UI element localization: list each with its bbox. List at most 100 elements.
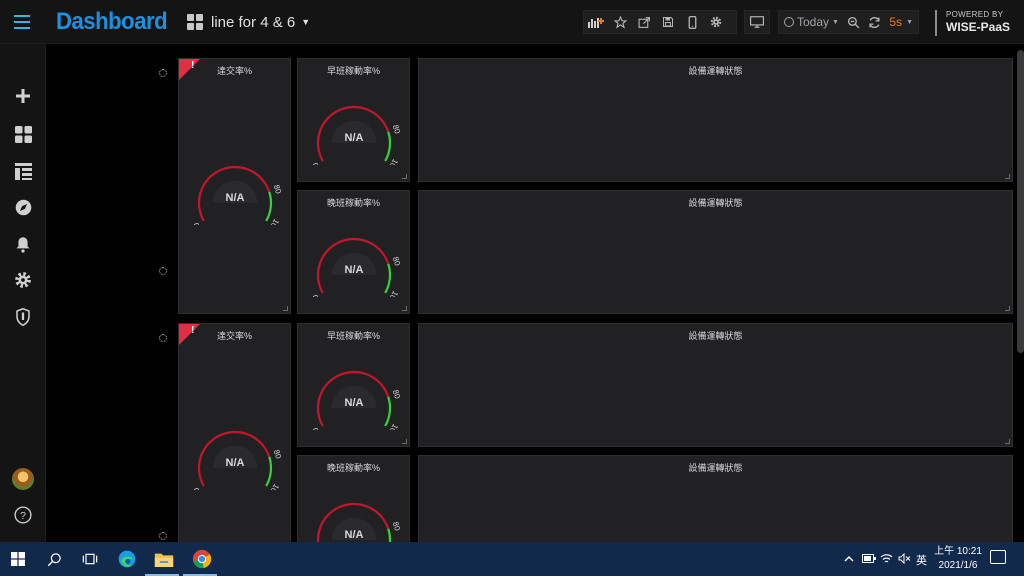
star-icon[interactable] [608,11,632,33]
gear-icon[interactable] [12,269,34,291]
help-icon[interactable]: ? [12,504,34,526]
gauge-threshold-green-arc [384,396,392,427]
shield-icon[interactable] [12,306,34,328]
playlist-icon[interactable] [12,160,34,182]
mobile-icon[interactable] [680,11,704,33]
panel-equipment-status[interactable]: 設備運轉狀態 [418,58,1013,182]
brand-title[interactable]: Dashboard [56,8,168,36]
save-icon[interactable] [656,11,680,33]
chevron-down-icon: ▼ [301,17,311,27]
panel-resize-handle[interactable] [1005,306,1010,311]
clock-icon [784,17,794,27]
tv-icon[interactable] [745,11,769,33]
clock-date: 2021/1/6 [938,560,978,571]
taskbar-clock[interactable]: 上午 10:21 2021/1/6 [930,545,986,573]
share-icon[interactable] [632,11,656,33]
app-window: Dashboard line for 4 & 6 ▼ Today ▼ 5s ▼ … [0,0,1024,576]
svg-text:?: ? [20,510,26,522]
panel-title[interactable]: 早班稼動率% [298,329,409,342]
gauge-tick-label: 80 [391,521,402,533]
bell-icon[interactable] [12,233,34,255]
panel-delivery-rate[interactable]: 達交率%!080100N/A [178,58,291,314]
dashboard-name: line for 4 & 6 [211,13,296,31]
wifi-icon[interactable] [880,553,893,567]
scrollbar[interactable] [1017,50,1024,353]
dashboard-grid-icon [187,14,203,30]
panel-title[interactable]: 晚班稼動率% [298,461,409,474]
gauge-tick-label: 80 [391,124,402,136]
refresh-interval-picker[interactable]: 5s ▼ [885,15,918,29]
panel-title[interactable]: 設備運轉狀態 [419,461,1012,474]
edge-icon[interactable] [115,547,139,571]
gauge-tick-label: 0 [191,486,201,490]
avatar[interactable] [12,468,34,490]
panel-title[interactable]: 早班稼動率% [298,64,409,77]
gauge: 080100N/A [310,237,402,297]
panel-title[interactable]: 設備運轉狀態 [419,64,1012,77]
gauge: 080100N/A [316,502,402,542]
chrome-icon[interactable] [190,547,214,571]
view-mode-toolbar [744,10,770,34]
panel-early-shift-utilization[interactable]: 早班稼動率%080100N/A [297,58,410,182]
add-panel-icon[interactable] [584,11,608,33]
gauge-value: N/A [345,264,364,276]
chevron-up-icon[interactable] [844,553,854,565]
time-controls: Today ▼ 5s ▼ [778,10,919,34]
gauge-tick-label: 0 [310,293,320,297]
panel-title[interactable]: 晚班稼動率% [298,196,409,209]
panel-late-shift-utilization[interactable]: 晚班稼動率%080100N/A [297,190,410,314]
gauge-threshold-green-arc [265,456,273,487]
panel-resize-handle[interactable] [283,306,288,311]
panel-equipment-status[interactable]: 設備運轉狀態 [418,323,1013,447]
task-view-icon[interactable] [78,547,102,571]
panel-delivery-rate[interactable]: 達交率%!080100N/A [178,323,291,542]
panel-resize-handle[interactable] [1005,439,1010,444]
gauge-threshold-green-arc [387,528,392,542]
gauge: 080100N/A [310,370,402,430]
gauge-value: N/A [345,529,364,541]
dashboard-picker[interactable]: line for 4 & 6 ▼ [187,12,310,32]
loading-spinner [159,532,167,540]
alert-flag[interactable] [179,59,200,80]
hamburger-menu-icon[interactable] [12,12,32,32]
loading-spinner [159,267,167,275]
gauge-value: N/A [345,397,364,409]
alert-icon: ! [191,325,195,336]
panel-title[interactable]: 設備運轉狀態 [419,196,1012,209]
zoom-out-icon[interactable] [843,11,864,33]
panel-resize-handle[interactable] [402,439,407,444]
gauge-tick-label: 80 [391,256,402,268]
alert-flag[interactable] [179,324,200,345]
refresh-icon[interactable] [864,11,885,33]
time-range-label: Today [797,15,830,29]
panel-resize-handle[interactable] [402,306,407,311]
loading-spinner [159,69,167,77]
notification-center-icon[interactable] [990,550,1006,564]
panel-equipment-status[interactable]: 設備運轉狀態 [418,455,1013,542]
panel-equipment-status[interactable]: 設備運轉狀態 [418,190,1013,314]
panel-resize-handle[interactable] [1005,174,1010,179]
gear-icon[interactable] [704,11,728,33]
time-range-picker[interactable]: Today ▼ [779,11,843,33]
plus-icon[interactable] [12,85,34,107]
windows-start-icon[interactable] [6,547,30,571]
dashboard-canvas: 達交率%!080100N/A 早班稼動率% 080100N/A 晚班稼動率% 08010… [46,44,1024,542]
volume-muted-icon[interactable] [898,552,911,567]
battery-icon[interactable] [862,554,876,566]
panel-early-shift-utilization[interactable]: 早班稼動率% 080100N/A [297,323,410,447]
compass-icon[interactable] [12,196,34,218]
powered-by-brand: WISE-PaaS [946,20,1011,34]
gauge-tick-label: 80 [391,389,402,401]
powered-by-logo: POWERED BY WISE-PaaS [935,10,1010,36]
panel-resize-handle[interactable] [402,174,407,179]
ime-indicator[interactable]: 英 [916,552,927,568]
dashboard-actions-toolbar [583,10,737,34]
search-icon[interactable] [42,547,66,571]
gauge-tick-label: 0 [191,221,201,225]
file-explorer-icon[interactable] [152,547,176,571]
gauge: 080100N/A [191,165,283,225]
dashboards-icon[interactable] [12,123,34,145]
panel-late-shift-utilization[interactable]: 晚班稼動率% 080100N/A [297,455,410,542]
panel-title[interactable]: 設備運轉狀態 [419,329,1012,342]
gauge-tick-label: 0 [310,161,320,165]
